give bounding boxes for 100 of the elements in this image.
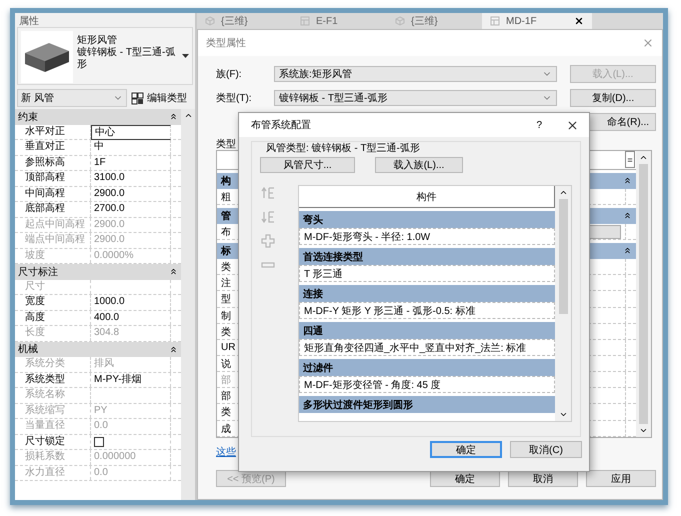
property-label: 系统类型 <box>15 372 91 387</box>
group-header[interactable]: 尺寸标注 <box>15 264 181 280</box>
parameter-label: 部 <box>221 374 231 387</box>
property-label: 参照标高 <box>15 156 91 170</box>
fitting-item[interactable]: T 形三通 <box>299 265 555 282</box>
parameter-label: 粗 <box>221 190 231 204</box>
property-value[interactable]: M-PY-排烟 <box>91 372 171 387</box>
help-button[interactable]: ? <box>536 120 542 130</box>
edit-type-button[interactable]: 编辑类型 <box>131 91 187 105</box>
property-value[interactable]: 2700.0 <box>91 202 171 216</box>
property-label: 顶部高程 <box>15 171 91 186</box>
property-label: 中间高程 <box>15 186 91 201</box>
property-label: 坡度 <box>15 248 91 263</box>
type-name: 矩形风管 <box>77 35 118 46</box>
parameter-label: 型 <box>221 292 231 306</box>
fitting-item[interactable]: 矩形直角变径四通_水平中_竖直中对齐_法兰: 标准 <box>299 339 555 356</box>
scroll-down-icon <box>558 410 568 419</box>
sheet-icon <box>490 16 500 26</box>
property-label: 底部高程 <box>15 202 91 216</box>
scroll-down-icon <box>639 426 648 435</box>
property-label: 系统名称 <box>15 388 91 402</box>
family-dropdown[interactable]: 系统族:矩形风管 <box>274 66 557 82</box>
collapse-icon <box>169 267 178 276</box>
dropdown-caret-icon <box>182 54 189 58</box>
panel-title: 属性 <box>18 14 40 27</box>
load-family-button[interactable]: 载入族(L)... <box>375 157 463 173</box>
duct-sizes-button[interactable]: 风管尺寸... <box>260 157 355 173</box>
view-tab[interactable]: MD-1F <box>482 13 592 29</box>
box-preview-drawing <box>23 41 71 73</box>
move-up-icon <box>261 186 275 200</box>
parameter-label: 类 <box>221 326 231 339</box>
property-value[interactable]: 1000.0 <box>91 295 171 310</box>
fitting-item[interactable]: M-DF-矩形变径管 - 角度: 45 度 <box>299 376 555 393</box>
section-header: 弯头 <box>299 211 555 228</box>
parameter-label: 类 <box>221 260 231 274</box>
parameter-label: 制 <box>221 310 231 323</box>
property-label: 垂直对正 <box>15 140 91 154</box>
type-selector[interactable]: 矩形风管 镀锌钢板 - T型三通-弧形 <box>17 27 193 85</box>
property-value[interactable]: 2900.0 <box>91 186 171 201</box>
type-dropdown[interactable]: 镀锌钢板 - T型三通-弧形 <box>274 90 557 106</box>
duplicate-button[interactable]: 复制(D)... <box>570 89 656 107</box>
parameter-label: 类 <box>221 406 231 420</box>
parameter-label: UR <box>221 342 236 353</box>
property-label: 尺寸 <box>15 280 91 294</box>
property-label: 端点中间高程 <box>15 233 91 248</box>
fitting-item[interactable]: M-DF-矩形弯头 - 半径: 1.0W <box>299 228 555 245</box>
collapse-icon <box>623 246 632 256</box>
property-label: 当量直径 <box>15 419 91 434</box>
remove-icon <box>261 262 275 268</box>
collapse-icon <box>169 112 178 122</box>
dialog-button[interactable]: 取消(C) <box>510 441 582 458</box>
instance-dropdown[interactable]: 新 风管 <box>17 89 127 107</box>
dialog-title: 布管系统配置 <box>251 118 312 132</box>
close-icon[interactable] <box>574 16 584 26</box>
parameter-label: 说 <box>221 358 231 370</box>
edit-type-icon <box>131 92 144 104</box>
group-header[interactable]: 约束 <box>15 109 181 124</box>
scroll-up-icon <box>184 111 192 120</box>
field-label: 族(F): <box>216 68 243 81</box>
collapse-icon <box>623 211 632 220</box>
property-value[interactable]: 3100.0 <box>91 171 171 186</box>
move-down-icon <box>261 210 275 224</box>
group-header[interactable]: 机械 <box>15 342 181 357</box>
property-label: 起点中间高程 <box>15 218 91 232</box>
sort-button[interactable]: = <box>625 151 635 168</box>
property-label: 水平对正 <box>15 124 91 140</box>
fitting-item[interactable]: M-DF-Y 矩形 Y 形三通 - 弧形-0.5: 标准 <box>299 302 555 319</box>
scroll-up-icon <box>639 153 648 162</box>
property-value[interactable]: 中心 <box>91 124 171 140</box>
section-header: 四通 <box>299 322 555 339</box>
property-label: 损耗系数 <box>15 450 91 464</box>
cube-icon <box>395 16 405 26</box>
scroll-up-icon <box>558 188 568 197</box>
parameter-label: 部 <box>221 390 231 404</box>
section-header: 过滤件 <box>299 359 555 376</box>
cube-icon <box>205 16 215 26</box>
property-label: 宽度 <box>15 295 91 310</box>
property-label: 高度 <box>15 310 91 325</box>
dialog-button[interactable]: 应用 <box>586 470 656 487</box>
property-label: 长度 <box>15 326 91 340</box>
dialog-button[interactable]: 确定 <box>430 441 502 458</box>
close-icon[interactable] <box>566 118 579 132</box>
property-value[interactable]: 400.0 <box>91 310 171 325</box>
property-label: 水力直径 <box>15 466 91 480</box>
property-value[interactable]: 1F <box>91 156 171 170</box>
property-value[interactable] <box>91 434 171 449</box>
parameter-label: 布 <box>221 226 231 239</box>
section-label: 类型 <box>216 139 236 150</box>
column-header: 构件 <box>299 186 555 208</box>
type-subname: 镀锌钢板 - T型三通-弧形 <box>77 47 176 71</box>
dialog-title: 类型属性 <box>206 36 246 50</box>
property-value[interactable]: 中 <box>91 140 171 154</box>
collapse-icon <box>169 344 178 354</box>
checkbox[interactable] <box>94 436 104 447</box>
section-header: 多形状过渡件矩形到圆形 <box>299 396 555 413</box>
parameter-label: 成 <box>221 422 231 436</box>
section-header: 连接 <box>299 285 555 302</box>
duct-type-label: 风管类型: 镀锌钢板 - T型三通-弧形 <box>266 142 421 155</box>
add-icon <box>261 234 275 248</box>
parameter-label: 注 <box>221 276 231 290</box>
